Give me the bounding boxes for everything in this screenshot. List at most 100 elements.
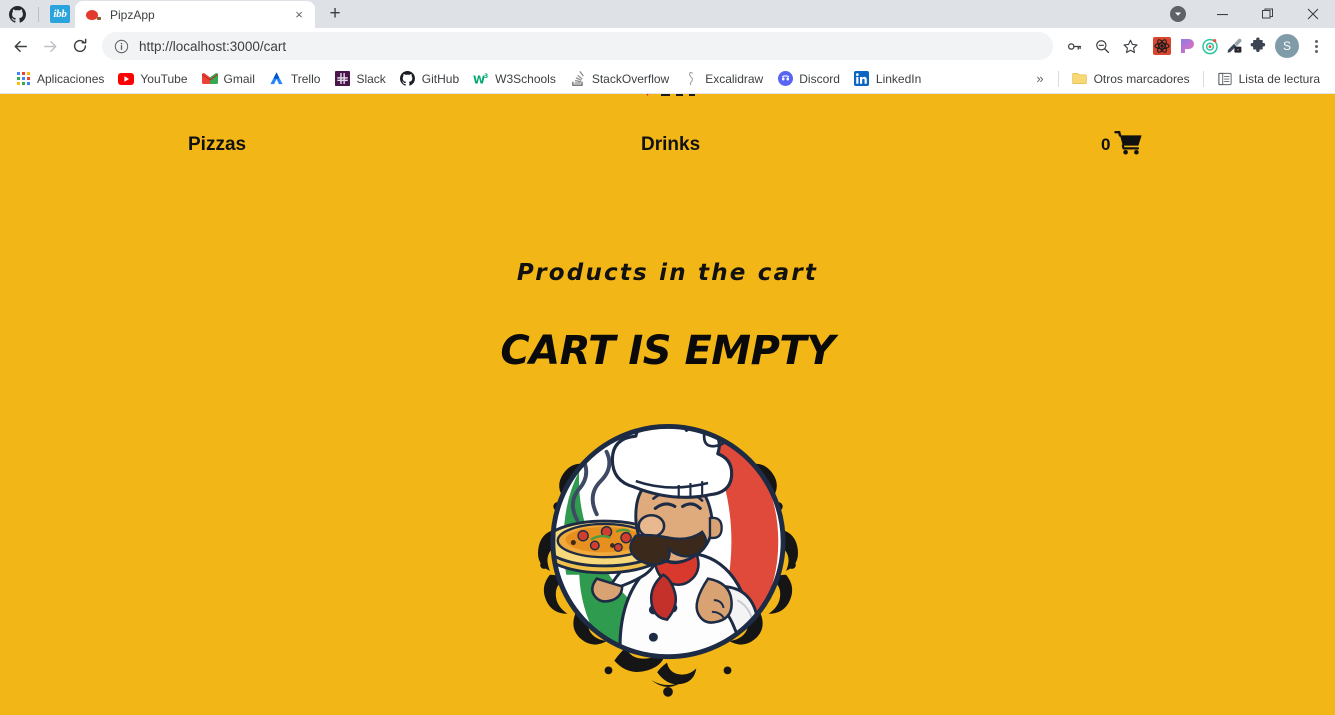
other-bookmarks-folder[interactable]: Otros marcadores xyxy=(1065,68,1197,90)
minimize-icon xyxy=(1217,13,1228,15)
bookmark-w3schools[interactable]: W 3 W3Schools xyxy=(466,68,563,90)
eyedropper-extension-icon[interactable] xyxy=(1225,37,1243,55)
pinned-tabs: ibb xyxy=(0,0,75,28)
bookmark-label: W3Schools xyxy=(495,71,556,86)
bookmark-youtube[interactable]: YouTube xyxy=(111,68,194,90)
toolbar-actions: S xyxy=(1061,33,1329,59)
cart-empty-message: CART IS EMPTY xyxy=(500,328,835,374)
minimize-button[interactable] xyxy=(1200,0,1245,28)
back-arrow-icon xyxy=(14,40,27,52)
bookmarks-bar-right: » Otros marcadores Lista de lectura xyxy=(1028,68,1327,90)
tab-strip: ibb PipzApp × + xyxy=(0,0,1335,28)
bookmark-slack[interactable]: Slack xyxy=(327,68,392,90)
bookmark-label: Aplicaciones xyxy=(37,71,105,86)
chevron-down-icon xyxy=(1169,6,1186,22)
bookmark-label: Discord xyxy=(799,71,840,86)
gmail-icon xyxy=(201,71,218,87)
bookmark-label: LinkedIn xyxy=(875,71,922,86)
react-devtools-extension-icon[interactable] xyxy=(1153,37,1171,55)
address-bar[interactable]: http://localhost:3000/cart xyxy=(102,32,1053,60)
chef-illustration xyxy=(507,382,829,707)
bookmarks-divider xyxy=(1057,70,1059,87)
new-tab-button[interactable]: + xyxy=(321,0,349,28)
page-subtitle: Products in the cart xyxy=(516,260,819,286)
bookmark-linkedin[interactable]: LinkedIn xyxy=(847,68,928,90)
tab-pipzapp[interactable]: PipzApp × xyxy=(75,1,315,28)
bookmark-label: Slack xyxy=(356,71,386,86)
bookmarks-overflow-button[interactable]: » xyxy=(1028,71,1051,86)
green-target-extension-icon[interactable] xyxy=(1201,37,1219,55)
pinned-tab-github[interactable] xyxy=(6,3,28,25)
folder-icon xyxy=(1072,71,1088,87)
bookmark-label: Trello xyxy=(290,71,321,86)
github-icon xyxy=(400,71,416,87)
bookmark-label: GitHub xyxy=(421,71,460,86)
other-bookmarks-label: Otros marcadores xyxy=(1093,71,1190,86)
browser-menu-button[interactable] xyxy=(1303,33,1329,59)
logo-remnant-mark-2 xyxy=(675,94,683,96)
bookmarks-divider-2 xyxy=(1202,70,1204,87)
bookmark-label: StackOverflow xyxy=(591,71,670,86)
profile-dropdown-button[interactable] xyxy=(1155,0,1200,28)
bookmark-excalidraw[interactable]: Excalidraw xyxy=(676,68,770,90)
tab-title: PipzApp xyxy=(110,7,155,22)
password-key-icon[interactable] xyxy=(1061,33,1087,59)
url-text: http://localhost:3000/cart xyxy=(139,38,287,54)
slack-icon xyxy=(334,71,350,87)
nav-link-pizzas[interactable]: Pizzas xyxy=(188,134,246,156)
reading-list-icon xyxy=(1217,71,1233,87)
bookmarks-bar: Aplicaciones YouTube Gmail Trello Slack … xyxy=(0,64,1335,94)
cart-count: 0 xyxy=(1101,135,1111,154)
bookmark-github[interactable]: GitHub xyxy=(393,68,466,90)
cart-button[interactable]: 0 xyxy=(1101,130,1144,161)
reload-button[interactable] xyxy=(66,32,94,60)
apps-grid-icon xyxy=(15,71,31,87)
close-tab-icon[interactable]: × xyxy=(291,7,307,23)
pinned-tab-ibb[interactable]: ibb xyxy=(49,3,71,25)
reload-icon xyxy=(73,38,87,53)
purple-gradient-extension-icon[interactable] xyxy=(1177,37,1195,55)
pinned-tab-divider xyxy=(38,6,39,22)
bookmark-trello[interactable]: Trello xyxy=(262,68,328,90)
bookmark-label: Excalidraw xyxy=(705,71,764,86)
profile-avatar[interactable]: S xyxy=(1275,34,1299,58)
w3schools-icon: W 3 xyxy=(473,71,489,87)
bookmark-star-icon[interactable] xyxy=(1117,33,1143,59)
window-controls xyxy=(1155,0,1335,28)
restore-icon xyxy=(1261,8,1273,19)
excalidraw-icon xyxy=(683,71,699,87)
bookmark-stackoverflow[interactable]: StackOverflow xyxy=(563,68,676,90)
close-icon xyxy=(1307,8,1318,20)
stackoverflow-icon xyxy=(570,71,586,87)
svg-text:3: 3 xyxy=(484,73,488,80)
puzzle-extensions-icon[interactable] xyxy=(1249,37,1267,55)
bookmark-label: Gmail xyxy=(223,71,255,86)
pizza-favicon xyxy=(85,7,101,23)
trello-icon xyxy=(269,71,285,87)
site-navbar: Pizzas Drinks 0 xyxy=(0,128,1335,162)
logo-remnant-mark-1 xyxy=(660,94,670,96)
linkedin-icon xyxy=(854,71,870,87)
nav-link-drinks[interactable]: Drinks xyxy=(641,134,700,156)
back-button[interactable] xyxy=(6,32,34,60)
bookmark-aplicaciones[interactable]: Aplicaciones xyxy=(8,68,111,90)
close-window-button[interactable] xyxy=(1290,0,1335,28)
bookmark-label: YouTube xyxy=(140,71,188,86)
forward-button[interactable] xyxy=(36,32,64,60)
reading-list-label: Lista de lectura xyxy=(1238,71,1320,86)
github-icon xyxy=(8,5,26,23)
info-circle-icon[interactable] xyxy=(114,39,129,54)
scrolled-logo-remnant xyxy=(0,94,1335,96)
bookmark-gmail[interactable]: Gmail xyxy=(195,68,262,90)
shopping-cart-icon xyxy=(1114,130,1144,161)
page-content: Pizzas Drinks 0 Products in the cart CAR… xyxy=(0,94,1335,715)
forward-arrow-icon xyxy=(43,40,56,52)
ibb-icon: ibb xyxy=(50,5,70,23)
logo-remnant-mark-3 xyxy=(688,94,695,96)
zoom-out-icon[interactable] xyxy=(1089,33,1115,59)
browser-toolbar: http://localhost:3000/cart S xyxy=(0,28,1335,64)
reading-list-button[interactable]: Lista de lectura xyxy=(1210,68,1327,90)
bookmark-discord[interactable]: Discord xyxy=(770,68,847,90)
maximize-button[interactable] xyxy=(1245,0,1290,28)
browser-window: ibb PipzApp × + http://localhost:3000/ca… xyxy=(0,0,1335,715)
